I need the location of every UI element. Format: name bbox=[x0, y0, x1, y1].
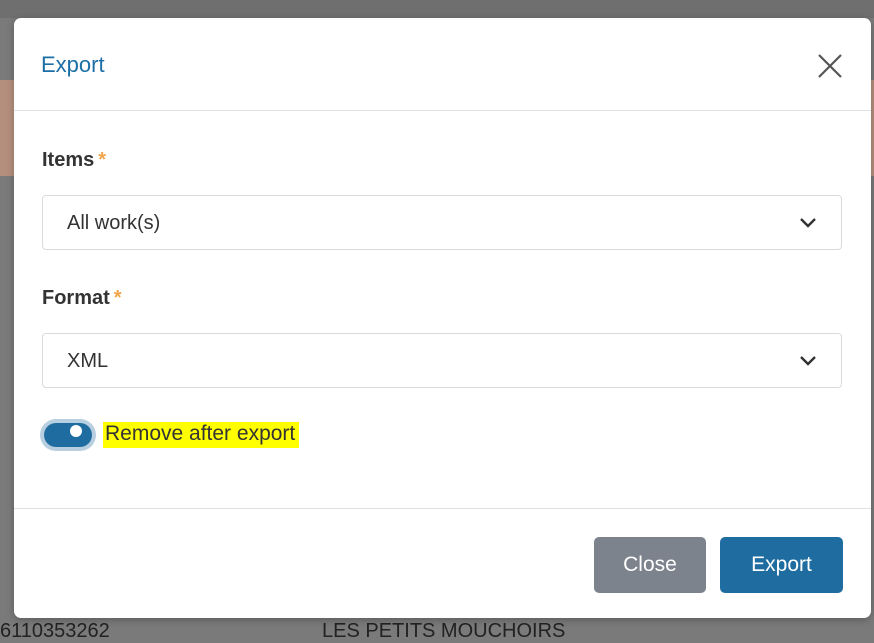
format-label: Format * bbox=[42, 287, 122, 310]
required-mark: * bbox=[113, 287, 122, 309]
modal-body: Items * All work(s) Format * XML Remove af… bbox=[14, 111, 871, 509]
close-button[interactable]: Close bbox=[594, 537, 706, 593]
items-select[interactable]: All work(s) bbox=[42, 195, 842, 250]
background-row-number: 6110353262 bbox=[0, 620, 110, 642]
background-page-top bbox=[0, 0, 874, 18]
background-alert-left bbox=[0, 80, 14, 176]
export-modal: Export Items* All work(s) Format* XML bbox=[14, 18, 871, 618]
format-label-text: Format bbox=[42, 287, 110, 309]
remove-after-export-toggle[interactable] bbox=[40, 419, 96, 451]
toggle-knob bbox=[70, 425, 82, 437]
modal-header: Export bbox=[14, 18, 871, 111]
close-icon[interactable] bbox=[817, 53, 843, 79]
export-button[interactable]: Export bbox=[720, 537, 843, 593]
modal-footer: Close Export bbox=[14, 508, 871, 619]
format-select[interactable]: XML bbox=[42, 333, 842, 388]
background-row-title: LES PETITS MOUCHOIRS bbox=[322, 620, 566, 642]
items-label: Items * bbox=[42, 149, 106, 172]
chevron-down-icon bbox=[800, 356, 816, 366]
remove-after-export-label[interactable]: Remove after export bbox=[103, 422, 300, 448]
format-select-value: XML bbox=[67, 350, 109, 372]
toggle-track bbox=[44, 423, 92, 447]
chevron-down-icon bbox=[800, 218, 816, 228]
items-select-value: All work(s) bbox=[67, 212, 161, 234]
items-label-text: Items bbox=[42, 149, 95, 171]
modal-title: Export bbox=[41, 52, 105, 77]
required-mark: * bbox=[98, 149, 107, 171]
